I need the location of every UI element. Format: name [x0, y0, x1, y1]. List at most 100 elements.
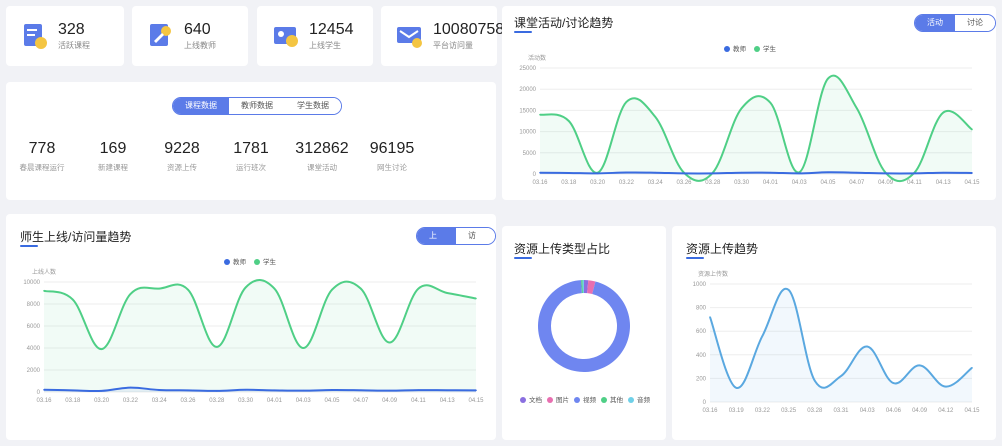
activity-trend-card: 课堂活动/讨论趋势 活动 讨论 教师 学生 活动数 0 5000 10000 15000… [502, 6, 996, 200]
kpi-item: 9228 资源上传 [156, 140, 208, 173]
y-tick-label: 600 [696, 329, 707, 335]
data-point [827, 77, 829, 80]
y-axis-unit: 上线人数 [32, 268, 56, 276]
upload-type-donut [538, 280, 630, 372]
data-point [388, 341, 391, 344]
data-point [100, 390, 103, 392]
data-point [244, 286, 247, 289]
stat-label: 上线学生 [309, 41, 341, 50]
data-point [735, 387, 737, 389]
y-tick-label: 1000 [693, 282, 707, 288]
legend-image[interactable]: 图片 [547, 394, 569, 404]
x-tick-label: 03.22 [619, 180, 635, 186]
data-point [158, 389, 160, 391]
overview-card: 课程数据 教师数据 学生数据 778 春晨课程运行 169 新建课程 9228 资源上… [6, 82, 496, 200]
data-point [475, 389, 477, 392]
data-point [72, 298, 74, 301]
data-point [360, 287, 362, 290]
legend-audio[interactable]: 音频 [628, 394, 650, 404]
kpi-label: 新建课程 [98, 163, 128, 172]
legend-other[interactable]: 其他 [601, 394, 623, 404]
data-point [884, 172, 887, 175]
kpi-label: 春晨课程运行 [19, 163, 65, 172]
y-tick-label: 15000 [519, 108, 536, 114]
x-tick-label: 04.09 [382, 398, 398, 404]
stat-label: 上线教师 [184, 41, 216, 50]
data-point [129, 293, 132, 295]
data-point [273, 287, 276, 290]
x-tick-label: 03.20 [94, 398, 110, 404]
y-tick-label: 20000 [519, 87, 536, 93]
data-point [866, 345, 868, 348]
x-tick-label: 03.31 [833, 408, 849, 414]
kpi-item: 96195 网生讨论 [366, 140, 418, 173]
online-trend-card: 师生上线/访问量趋势 上线 访问 教师 学生 上线人数0200040006000… [6, 214, 496, 440]
data-point [913, 172, 916, 175]
data-point [971, 172, 973, 174]
y-tick-label: 0 [37, 390, 41, 396]
tab-teacher-data[interactable]: 教师数据 [229, 98, 285, 114]
stat-card-visits: 100807585 平台访问量 [381, 6, 513, 66]
kpi-item: 778 春晨课程运行 [16, 140, 68, 173]
x-tick-label: 03.30 [238, 398, 254, 404]
chart-legend: 文档 图片 视频 其他 音频 [520, 394, 650, 404]
data-point [683, 172, 685, 175]
x-tick-label: 04.01 [267, 398, 283, 404]
x-tick-label: 03.20 [590, 180, 606, 186]
x-tick-label: 04.05 [820, 180, 836, 186]
overview-tabs: 课程数据 教师数据 学生数据 [172, 97, 342, 115]
x-tick-label: 04.15 [964, 180, 980, 186]
x-tick-label: 03.16 [702, 408, 718, 414]
y-tick-label: 0 [533, 172, 537, 178]
x-tick-label: 04.15 [468, 398, 484, 404]
data-point [475, 297, 477, 300]
x-tick-label: 04.13 [936, 180, 952, 186]
x-tick-label: 03.26 [180, 398, 196, 404]
data-point [814, 379, 816, 382]
data-point [840, 375, 842, 377]
legend-doc[interactable]: 文档 [520, 394, 542, 404]
data-point [856, 107, 858, 110]
tab-student-data[interactable]: 学生数据 [285, 98, 341, 114]
x-tick-label: 03.30 [734, 180, 750, 186]
kpi-value: 169 [99, 140, 127, 157]
data-point [302, 389, 305, 392]
kpi-item: 312862 课堂活动 [294, 140, 350, 173]
x-tick-label: 04.07 [849, 180, 865, 186]
x-tick-label: 04.12 [938, 408, 954, 414]
data-point [446, 389, 449, 392]
x-tick-label: 04.11 [907, 180, 922, 186]
x-tick-label: 03.22 [755, 408, 771, 414]
series-line [539, 171, 973, 175]
kpi-label: 课堂活动 [307, 163, 337, 172]
legend-video[interactable]: 视频 [574, 394, 596, 404]
kpi-label: 运行班次 [236, 163, 266, 172]
data-point [740, 107, 743, 110]
data-point [945, 385, 947, 388]
stat-value: 328 [58, 21, 85, 38]
data-point [187, 389, 189, 392]
x-tick-label: 03.16 [36, 398, 52, 404]
x-tick-label: 04.11 [411, 398, 426, 404]
data-point [331, 288, 333, 291]
y-tick-label: 400 [696, 353, 707, 359]
tab-course-data[interactable]: 课程数据 [173, 98, 229, 114]
x-tick-label: 04.13 [440, 398, 456, 404]
data-point [942, 171, 944, 174]
course-icon [20, 21, 50, 51]
data-point [769, 171, 772, 174]
upload-trend-chart: 资源上传数 0 200 400 600 800 1000 03.16 03.19 03.22 03.… [693, 270, 981, 414]
kpi-value: 9228 [164, 140, 200, 157]
kpi-value: 96195 [369, 140, 415, 157]
x-tick-label: 03.26 [676, 180, 692, 186]
data-point [360, 389, 362, 392]
data-point [417, 389, 420, 391]
stat-card-teachers: 640 上线教师 [132, 6, 248, 66]
x-tick-label: 03.24 [648, 180, 664, 186]
x-tick-label: 04.03 [792, 180, 808, 186]
x-tick-label: 04.07 [353, 398, 369, 404]
series-area [44, 280, 476, 392]
teacher-icon [146, 21, 176, 51]
data-point [787, 289, 790, 291]
data-point [654, 115, 656, 118]
